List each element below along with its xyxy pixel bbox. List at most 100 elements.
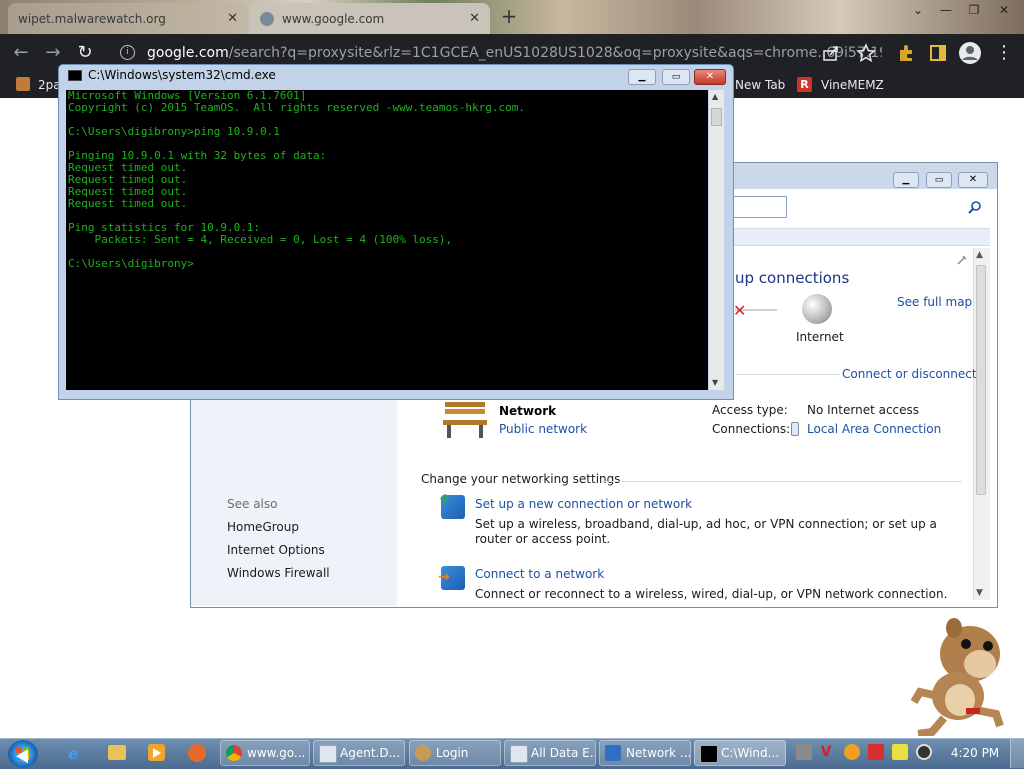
network-type-link[interactable]: Public network	[499, 422, 587, 436]
cmd-title: C:\Windows\system32\cmd.exe	[88, 68, 276, 82]
close-window-button[interactable]: ✕	[990, 0, 1018, 20]
access-type-label: Access type:	[712, 403, 788, 417]
taskbar-button-login[interactable]: Login	[409, 740, 501, 766]
close-tab-icon[interactable]: ✕	[469, 11, 480, 26]
connect-to-network-desc: Connect or reconnect to a wireless, wire…	[475, 587, 948, 601]
setup-connection-desc: Set up a wireless, broadband, dial-up, a…	[475, 517, 937, 546]
menu-bar	[732, 228, 990, 246]
bookmark-vinememz[interactable]: VineMEMZ	[821, 72, 884, 98]
sidebar-item-homegroup[interactable]: HomeGroup	[227, 520, 299, 534]
address-bar[interactable]: i google.com/search?q=proxysite&rlz=1C1GC…	[112, 39, 882, 67]
share-icon[interactable]	[822, 44, 840, 62]
taskbar-label: Login	[436, 746, 469, 760]
globe-icon	[260, 11, 274, 26]
tray-volume-icon[interactable]	[916, 744, 932, 760]
profile-avatar[interactable]	[958, 41, 982, 65]
forward-button[interactable]: →	[40, 40, 66, 66]
taskbar-clock[interactable]: 4:20 PM	[950, 738, 1000, 768]
connect-to-network-link[interactable]: Connect to a network	[475, 567, 604, 581]
tab-title: wipet.malwarewatch.org	[18, 11, 166, 26]
chevron-down-icon[interactable]: ⌄	[904, 0, 932, 20]
setup-connection-link[interactable]: Set up a new connection or network	[475, 497, 692, 511]
scroll-up-arrow-icon[interactable]: ▲	[712, 92, 718, 101]
vine-icon: R	[797, 77, 812, 92]
show-desktop-button[interactable]	[1010, 739, 1024, 768]
tray-v-icon[interactable]: V	[818, 744, 834, 760]
cmd-scroll-thumb[interactable]	[711, 108, 722, 126]
browser-tab-malwarewatch[interactable]: wipet.malwarewatch.org ✕	[8, 3, 248, 34]
media-player-icon[interactable]	[148, 744, 165, 761]
bookmark-folder-icon	[16, 77, 30, 91]
file-explorer-icon[interactable]	[108, 745, 126, 760]
new-tab-button[interactable]: +	[496, 5, 522, 29]
see-full-map-link[interactable]: See full map	[897, 295, 972, 309]
taskbar-button-all-data[interactable]: All Data E...	[504, 740, 596, 766]
tray-flag-icon[interactable]	[868, 744, 884, 760]
cmd-close-button[interactable]: ✕	[694, 69, 726, 85]
tray-app-icon[interactable]	[796, 744, 812, 760]
tray-yellow-icon[interactable]	[892, 744, 908, 760]
change-settings-heading: Change your networking settings	[421, 472, 621, 486]
scroll-up-arrow-icon[interactable]: ▲	[976, 250, 983, 260]
network-map-heading: up connections	[735, 269, 850, 287]
network-name: Network	[499, 404, 557, 418]
cmd-icon	[68, 70, 82, 81]
sidebar-item-windows-firewall[interactable]: Windows Firewall	[227, 566, 330, 580]
tab-title: www.google.com	[282, 11, 385, 26]
taskbar-label: Network ...	[626, 746, 691, 760]
divider	[736, 374, 840, 375]
taskbar-label: Agent.D...	[340, 746, 401, 760]
cp-minimize-button[interactable]: ▁	[893, 172, 919, 188]
url-host: google.com	[147, 45, 229, 61]
taskbar-button-cmd[interactable]: C:\Wind...	[694, 740, 786, 766]
info-icon[interactable]: i	[120, 44, 135, 60]
tray-search-icon[interactable]	[844, 744, 860, 760]
taskbar-label: www.go...	[247, 746, 306, 760]
reload-button[interactable]: ↻	[72, 40, 98, 66]
restore-button[interactable]: ❐	[960, 0, 988, 20]
taskbar-label: C:\Wind...	[721, 746, 780, 760]
network-icon	[605, 745, 621, 761]
new-connection-icon: +	[439, 491, 465, 519]
scroll-down-arrow-icon[interactable]: ▼	[976, 588, 983, 598]
back-button[interactable]: ←	[8, 40, 34, 66]
cmd-minimize-button[interactable]: ▁	[628, 69, 656, 85]
side-panel-icon[interactable]	[928, 43, 948, 63]
connect-network-icon: →	[438, 566, 465, 590]
close-tab-icon[interactable]: ✕	[227, 11, 238, 26]
taskbar-button-agent[interactable]: Agent.D...	[313, 740, 405, 766]
cp-maximize-button[interactable]: ▭	[926, 172, 952, 188]
park-bench-icon	[443, 402, 487, 438]
taskbar-button-chrome[interactable]: www.go...	[220, 740, 310, 766]
scroll-down-arrow-icon[interactable]: ▼	[712, 378, 718, 387]
sidebar-item-internet-options[interactable]: Internet Options	[227, 543, 325, 557]
more-menu-icon[interactable]: ⋮	[994, 40, 1014, 66]
pinned-app-icon[interactable]	[188, 744, 206, 762]
window-icon	[510, 745, 528, 763]
local-area-connection-link[interactable]: Local Area Connection	[807, 422, 941, 436]
bookmark-star-icon[interactable]	[856, 43, 876, 63]
access-type-value: No Internet access	[807, 403, 920, 417]
hamster-mascot-image	[910, 618, 1004, 736]
help-icon[interactable]	[955, 253, 969, 267]
extensions-icon[interactable]	[896, 43, 916, 63]
divider	[602, 481, 962, 482]
cmd-icon	[700, 745, 718, 763]
taskbar-button-network[interactable]: Network ...	[599, 740, 691, 766]
internet-globe-icon	[802, 294, 832, 324]
chrome-icon	[226, 745, 242, 761]
cmd-scrollbar[interactable]	[709, 90, 724, 390]
internet-explorer-icon[interactable]: e	[68, 744, 86, 763]
cp-close-button[interactable]: ✕	[958, 172, 988, 188]
see-also-heading: See also	[227, 497, 278, 511]
bookmark-new-tab[interactable]: New Tab	[735, 72, 785, 98]
cmd-output: Microsoft Windows [Version 6.1.7601] Cop…	[68, 89, 525, 270]
cmd-maximize-button[interactable]: ▭	[662, 69, 690, 85]
ethernet-icon	[791, 422, 799, 436]
cp-scroll-thumb[interactable]	[976, 265, 986, 495]
browser-tab-google[interactable]: www.google.com ✕	[250, 3, 490, 34]
minimize-button[interactable]: —	[932, 0, 960, 20]
search-icon[interactable]	[968, 200, 982, 214]
connect-or-disconnect-link[interactable]: Connect or disconnect	[842, 367, 977, 381]
window-icon	[319, 745, 337, 763]
